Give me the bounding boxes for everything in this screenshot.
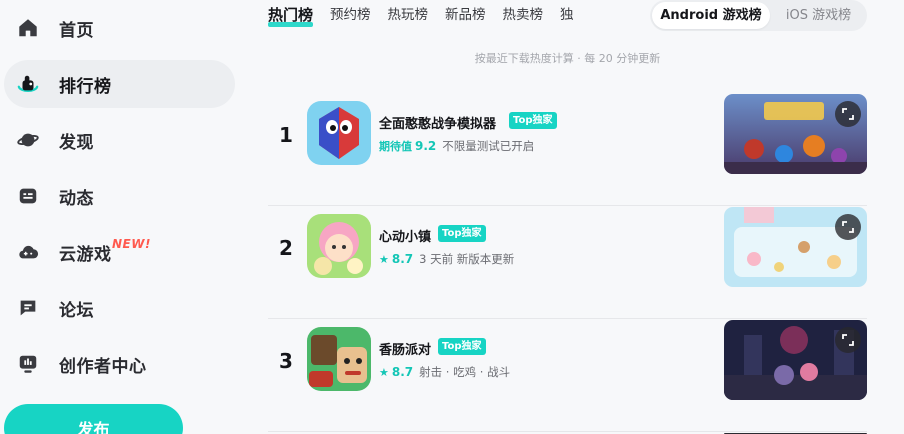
tab-bestseller[interactable]: 热卖榜 [503, 0, 544, 32]
tab-exclusive[interactable]: 独 [560, 0, 574, 32]
top-exclusive-badge: Top独家 [438, 225, 486, 242]
ranking-icon [16, 72, 40, 96]
top-exclusive-badge: Top独家 [438, 338, 486, 355]
sidebar-item-creator[interactable]: 创作者中心 [4, 340, 235, 388]
ranking-row[interactable]: 1 全面憨憨战争模拟器 Top独家 期待值 9.2 不限量测试已开启 [268, 93, 867, 206]
game-icon[interactable] [307, 101, 371, 165]
sidebar-item-cloud-game[interactable]: 云游戏 NEW! [4, 228, 235, 276]
sidebar-item-label: 云游戏 [59, 244, 112, 265]
sidebar: 首页 排行榜 发现 动态 云游戏 NEW! 论坛 创作者中心 发布 [0, 0, 244, 434]
star-icon: ★ [379, 365, 389, 379]
forum-icon [16, 296, 40, 320]
game-score: 9.2 [415, 139, 437, 153]
sidebar-item-label: 论坛 [59, 300, 94, 321]
game-name[interactable]: 香肠派对 [379, 339, 431, 358]
tab-reserve[interactable]: 预约榜 [330, 0, 371, 32]
tab-hot-play[interactable]: 热玩榜 [388, 0, 429, 32]
game-meta-text: 3 天前 新版本更新 [419, 252, 515, 266]
android-rank-toggle[interactable]: Android 游戏榜 [652, 2, 770, 29]
star-icon: ★ [379, 252, 389, 266]
expand-icon[interactable] [835, 327, 861, 353]
game-score: 8.7 [391, 365, 414, 379]
ranking-hint: 按最近下载热度计算 · 每 20 分钟更新 [474, 52, 661, 65]
rank-number: 1 [279, 123, 293, 147]
ranking-row[interactable]: 2 心动小镇 Top独家 ★ 8.7 3 天前 新版本更新 [268, 206, 867, 319]
game-name[interactable]: 心动小镇 [379, 226, 431, 245]
rank-number: 3 [279, 349, 293, 373]
game-screenshot[interactable] [724, 207, 867, 287]
game-meta: ★ 8.7 射击 · 吃鸡 · 战斗 [379, 364, 510, 380]
platform-switch: Android 游戏榜 iOS 游戏榜 [650, 0, 867, 31]
game-meta-text: 不限量测试已开启 [442, 139, 535, 153]
game-meta-text: 射击 · 吃鸡 · 战斗 [419, 365, 511, 379]
sidebar-item-ranking[interactable]: 排行榜 [4, 60, 235, 108]
sidebar-item-label: 发现 [59, 132, 94, 153]
rank-number: 2 [279, 236, 293, 260]
planet-icon [16, 128, 40, 152]
new-badge: NEW! [112, 237, 151, 251]
game-screenshot[interactable] [724, 320, 867, 400]
expand-icon[interactable] [835, 101, 861, 127]
game-screenshot[interactable] [724, 94, 867, 174]
game-meta: 期待值 9.2 不限量测试已开启 [379, 138, 534, 154]
game-icon[interactable] [307, 327, 371, 391]
tab-new[interactable]: 新品榜 [445, 0, 486, 32]
publish-button[interactable]: 发布 [4, 404, 183, 434]
game-icon[interactable] [307, 214, 371, 278]
home-icon [16, 16, 40, 40]
tab-hot[interactable]: 热门榜 [268, 0, 314, 32]
expand-icon[interactable] [835, 214, 861, 240]
top-exclusive-badge: Top独家 [509, 112, 557, 129]
sidebar-item-label: 排行榜 [59, 76, 112, 97]
feed-icon [16, 184, 40, 208]
sidebar-item-feed[interactable]: 动态 [4, 172, 235, 220]
game-score: 8.7 [391, 252, 414, 266]
sidebar-item-home[interactable]: 首页 [4, 4, 235, 52]
ranking-tabs: 热门榜 预约榜 热玩榜 新品榜 热卖榜 独 [268, 0, 648, 32]
sidebar-item-label: 创作者中心 [59, 356, 147, 377]
creator-icon [16, 352, 40, 376]
sidebar-item-label: 首页 [59, 20, 94, 41]
sidebar-item-forum[interactable]: 论坛 [4, 284, 235, 332]
ios-rank-toggle[interactable]: iOS 游戏榜 [772, 0, 865, 31]
game-name[interactable]: 全面憨憨战争模拟器 [379, 113, 496, 132]
sidebar-item-label: 动态 [59, 188, 94, 209]
ranking-main: 热门榜 预约榜 热玩榜 新品榜 热卖榜 独 Android 游戏榜 iOS 游戏… [268, 0, 867, 434]
ranking-row[interactable]: 3 香肠派对 Top独家 ★ 8.7 射击 · 吃鸡 · 战斗 [268, 319, 867, 432]
score-label: 期待值 [379, 140, 412, 153]
game-meta: ★ 8.7 3 天前 新版本更新 [379, 251, 514, 267]
cloud-game-icon [16, 240, 40, 264]
sidebar-item-discover[interactable]: 发现 [4, 116, 235, 164]
